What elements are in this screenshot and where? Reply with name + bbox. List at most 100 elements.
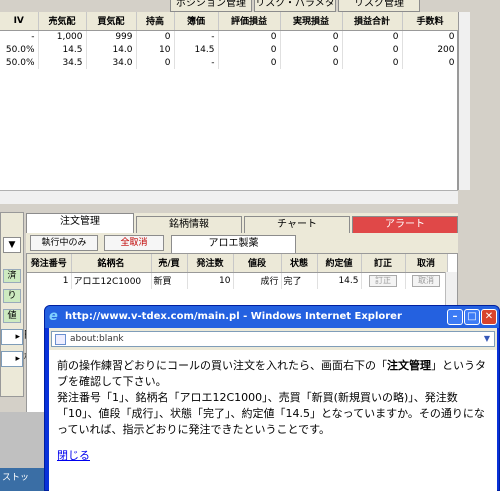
dropdown-arrow-icon[interactable]: ▼ — [3, 237, 21, 253]
col-issue-name[interactable]: 銘柄名 — [71, 254, 152, 273]
cancel-order-button[interactable]: 取消 — [412, 274, 440, 287]
tab-issue-info[interactable]: 銘柄情報 — [136, 216, 242, 233]
col-modify[interactable]: 訂正 — [361, 254, 406, 273]
address-field[interactable]: about:blank ▼ — [51, 331, 495, 347]
status-label-price: 値 — [3, 309, 21, 323]
table-cell: 訂正 — [361, 272, 406, 289]
position-horizontal-scrollbar[interactable] — [0, 190, 458, 204]
left-control-panel: ▼ 済 り 値 ▸ ▸ — [0, 212, 24, 397]
col-side[interactable]: 売/買 — [151, 254, 188, 273]
table-cell: 1,000 — [38, 30, 87, 43]
col-total-pl[interactable]: 損益合計 — [342, 12, 403, 31]
tab-aroe-pharma[interactable]: アロエ製薬 — [171, 235, 296, 253]
position-grid: IV 売気配 買気配 持高 簿価 評価損益 実現損益 損益合計 手数料 - 1,… — [0, 12, 459, 190]
table-cell: 50.0% — [0, 56, 39, 69]
instruction-emphasis: 注文管理 — [387, 359, 431, 372]
col-quantity[interactable]: 発注数 — [187, 254, 234, 273]
col-status[interactable]: 状態 — [281, 254, 318, 273]
table-cell: 0 — [280, 43, 343, 56]
table-cell: 34.5 — [38, 56, 87, 69]
table-cell: 34.0 — [86, 56, 137, 69]
top-tab-bar: ポジション管理 リスク・パラメタ リスク管理 — [170, 0, 500, 12]
col-book-value[interactable]: 簿価 — [174, 12, 219, 31]
page-icon — [55, 334, 66, 345]
table-cell: 取消 — [405, 272, 448, 289]
table-cell: 0 — [402, 56, 459, 69]
table-cell: 0 — [280, 56, 343, 69]
table-cell: 0 — [218, 43, 281, 56]
col-ask[interactable]: 売気配 — [38, 12, 87, 31]
quantity-stepper[interactable]: ▸ — [1, 351, 23, 367]
status-label-settled: 済 — [3, 269, 21, 283]
status-label-sell: り — [3, 289, 21, 303]
table-cell: 0 — [218, 56, 281, 69]
tab-alert[interactable]: アラート — [352, 216, 458, 233]
col-cancel[interactable]: 取消 — [405, 254, 448, 273]
col-unrealized-pl[interactable]: 評価損益 — [218, 12, 281, 31]
order-toolbar: 執行中のみ 全取消 アロエ製薬 — [26, 235, 458, 253]
table-cell: アロエ12C1000 — [71, 272, 152, 289]
tab-chart[interactable]: チャート — [244, 216, 350, 233]
table-row[interactable]: 50.0% 34.5 34.0 0 - 0 0 0 0 — [0, 56, 459, 69]
position-header-row: IV 売気配 買気配 持高 簿価 評価損益 実現損益 損益合計 手数料 — [0, 12, 459, 31]
col-commission[interactable]: 手数料 — [402, 12, 459, 31]
tab-position-management[interactable]: ポジション管理 — [170, 0, 252, 12]
table-cell: 14.5 — [174, 43, 219, 56]
tab-risk-management[interactable]: リスク管理 — [338, 0, 420, 12]
maximize-icon[interactable]: □ — [464, 309, 480, 325]
chevron-down-icon[interactable]: ▼ — [480, 332, 494, 346]
table-cell: 0 — [218, 30, 281, 43]
table-cell: 0 — [342, 56, 403, 69]
table-row[interactable]: 50.0% 14.5 14.0 10 14.5 0 0 0 200 — [0, 43, 459, 56]
table-cell: 14.5 — [317, 272, 362, 289]
col-price[interactable]: 値段 — [233, 254, 282, 273]
table-cell: 成行 — [233, 272, 282, 289]
executing-only-button[interactable]: 執行中のみ — [30, 235, 98, 251]
table-row[interactable]: - 1,000 999 0 - 0 0 0 0 — [0, 30, 459, 43]
close-icon[interactable]: ✕ — [481, 309, 497, 325]
table-row[interactable]: 1 アロエ12C1000 新買 10 成行 完了 14.5 訂正 取消 — [27, 272, 448, 289]
ie-logo-icon: e — [49, 309, 58, 324]
ie-title-bar[interactable]: e http://www.v-tdex.com/main.pl - Window… — [45, 306, 499, 328]
order-header-row: 発注番号 銘柄名 売/買 発注数 値段 状態 約定値 訂正 取消 — [27, 254, 448, 273]
cancel-all-button[interactable]: 全取消 — [104, 235, 164, 251]
ie-popup-window: e http://www.v-tdex.com/main.pl - Window… — [44, 305, 500, 491]
modify-button[interactable]: 訂正 — [369, 274, 397, 287]
instruction-text-a: 前の操作練習どおりにコールの買い注文を入れたら、画面右下の「 — [57, 359, 387, 372]
col-holdings[interactable]: 持高 — [136, 12, 175, 31]
ie-address-bar: about:blank ▼ — [49, 328, 497, 350]
table-cell: - — [174, 56, 219, 69]
table-cell: 10 — [187, 272, 234, 289]
ie-content-area: 前の操作練習どおりにコールの買い注文を入れたら、画面右下の「注文管理」というタブ… — [49, 350, 497, 491]
table-cell: 新買 — [151, 272, 188, 289]
instruction-paragraph-1: 前の操作練習どおりにコールの買い注文を入れたら、画面右下の「注文管理」というタブ… — [57, 358, 489, 390]
tab-risk-parameters[interactable]: リスク・パラメタ — [254, 0, 336, 12]
instruction-paragraph-2: 発注番号「1」、銘柄名「アロエ12C1000」、売買「新買(新規買いの略)」、発… — [57, 391, 485, 436]
col-bid[interactable]: 買気配 — [86, 12, 137, 31]
table-cell: 1 — [27, 272, 72, 289]
table-cell: 0 — [402, 30, 459, 43]
col-realized-pl[interactable]: 実現損益 — [280, 12, 343, 31]
col-fill-price[interactable]: 約定値 — [317, 254, 362, 273]
table-cell: 999 — [86, 30, 137, 43]
table-cell: 14.0 — [86, 43, 137, 56]
main-tab-bar: 注文管理 銘柄情報 チャート アラート — [26, 213, 458, 233]
col-iv[interactable]: IV — [0, 12, 39, 31]
minimize-icon[interactable]: – — [447, 309, 463, 325]
table-cell: 50.0% — [0, 43, 39, 56]
taskbar-item[interactable]: ストッ — [0, 468, 50, 491]
window-title: http://www.v-tdex.com/main.pl - Windows … — [65, 311, 402, 322]
tab-order-management[interactable]: 注文管理 — [26, 213, 134, 233]
col-order-number[interactable]: 発注番号 — [27, 254, 72, 273]
close-link[interactable]: 閉じる — [57, 448, 489, 464]
table-cell: 0 — [280, 30, 343, 43]
position-vertical-scrollbar[interactable] — [458, 12, 470, 190]
order-table: 発注番号 銘柄名 売/買 発注数 値段 状態 約定値 訂正 取消 1 アロエ12… — [27, 254, 448, 289]
price-stepper[interactable]: ▸ — [1, 329, 23, 345]
table-cell: - — [174, 30, 219, 43]
table-cell: 0 — [342, 30, 403, 43]
table-cell: 14.5 — [38, 43, 87, 56]
address-text: about:blank — [70, 334, 124, 344]
table-cell: 完了 — [281, 272, 318, 289]
table-cell: 10 — [136, 43, 175, 56]
